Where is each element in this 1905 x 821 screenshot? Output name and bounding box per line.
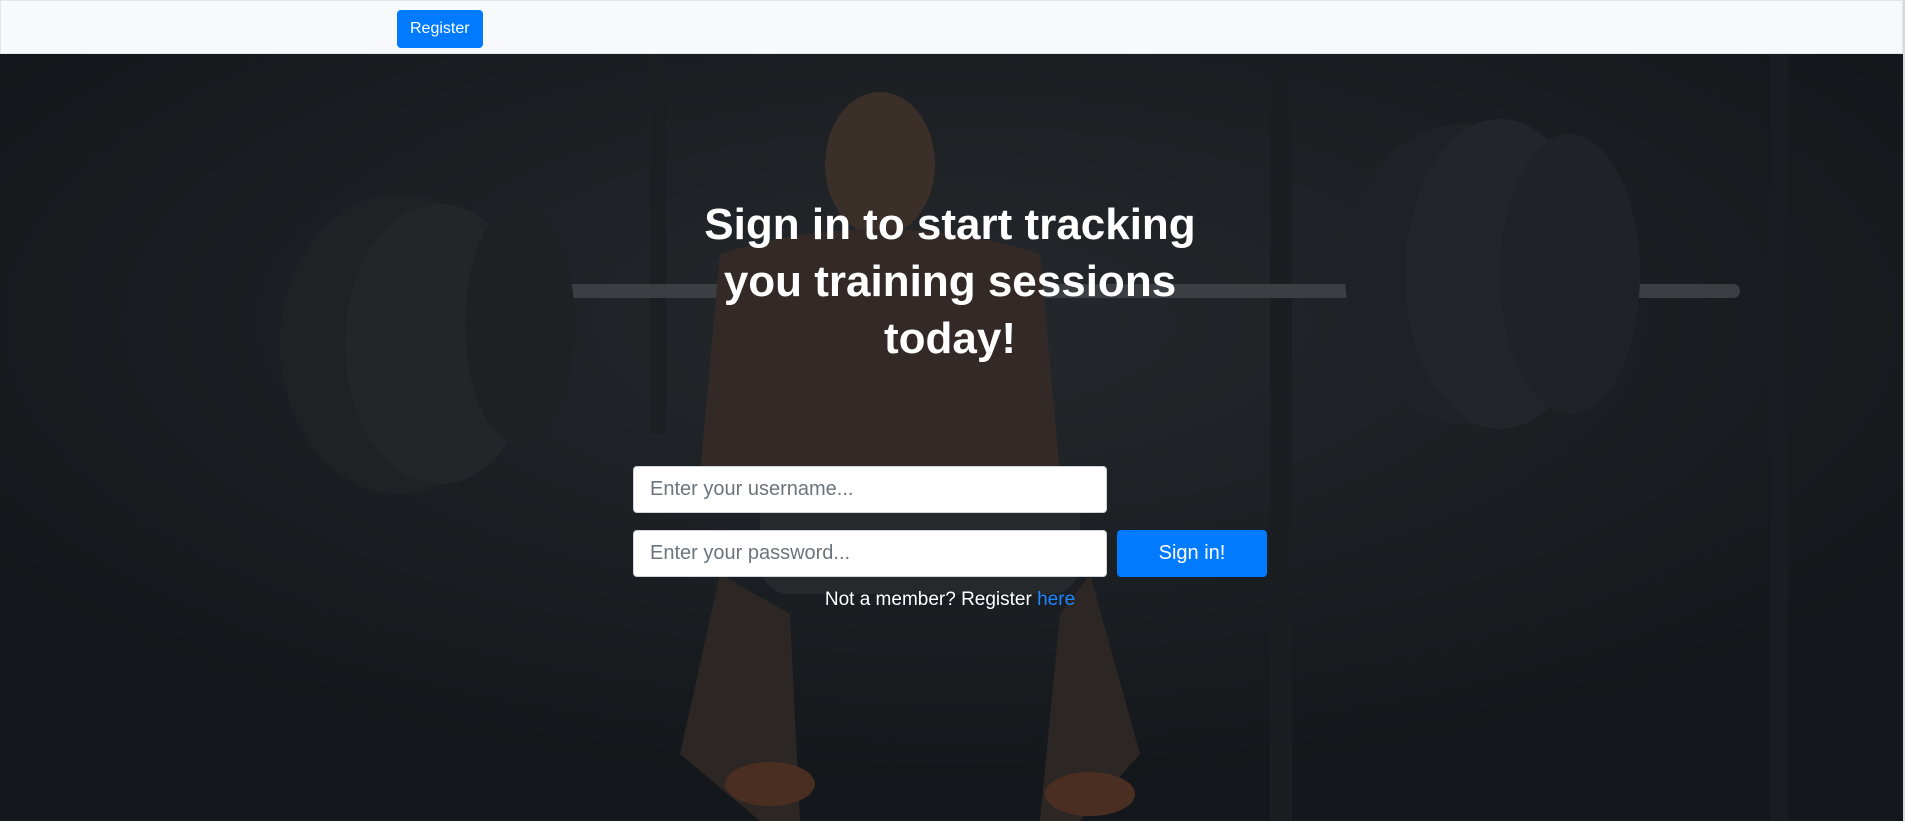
register-prompt: Not a member? Register here — [700, 587, 1200, 613]
hero-overlay — [0, 54, 1903, 821]
page-title: Sign in to start tracking you training s… — [704, 200, 1196, 363]
register-prompt-text: Not a member? Register — [824, 589, 1038, 610]
hero-section — [0, 54, 1903, 821]
navbar: Register — [0, 0, 1903, 54]
password-input[interactable] — [633, 530, 1107, 577]
username-input[interactable] — [633, 466, 1107, 513]
sign-in-button[interactable]: Sign in! — [1117, 530, 1267, 577]
register-button[interactable]: Register — [397, 10, 483, 48]
register-here-link[interactable]: here — [1037, 589, 1075, 610]
